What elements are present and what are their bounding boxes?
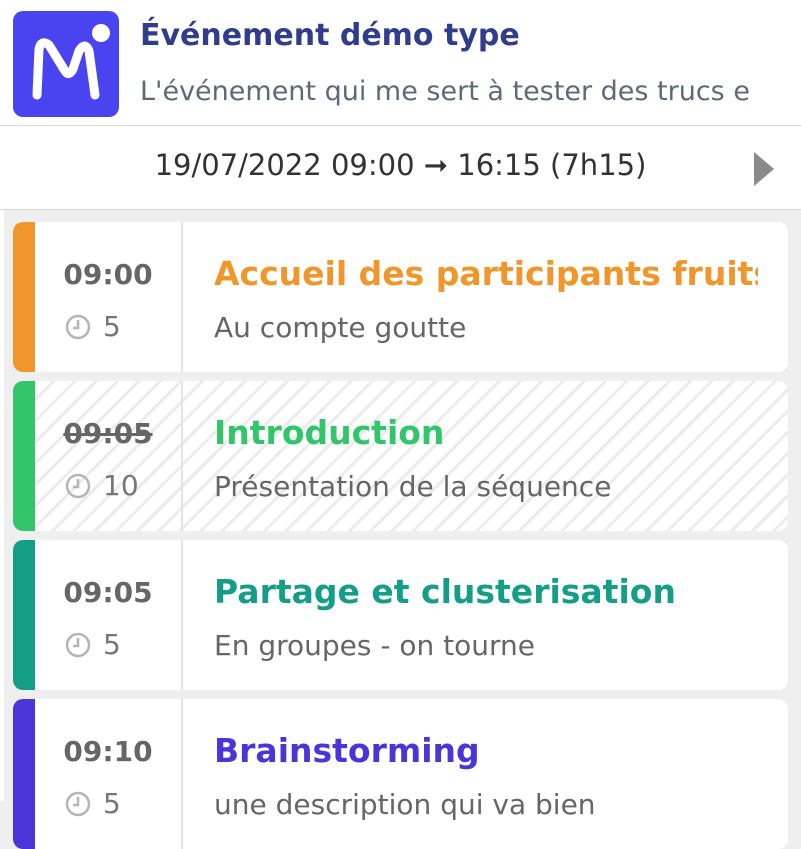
sequence-subtitle: Présentation de la séquence [214, 470, 612, 503]
sequence-duration-value: 5 [103, 628, 121, 661]
sequence-title: Partage et clusterisation [214, 572, 676, 611]
sequence-time: 09:05 [63, 417, 153, 450]
sequence-color-stripe [13, 540, 35, 690]
next-day-button[interactable] [752, 150, 776, 188]
date-bar: 19/07/2022 09:00 ➞ 16:15 (7h15) [0, 126, 801, 210]
sequence-color-stripe [13, 381, 35, 531]
event-header: Événement démo type L'événement qui me s… [0, 0, 801, 126]
sequence-card[interactable]: 09:10 5 Brainstorming une description qu… [13, 699, 788, 849]
card-divider [181, 222, 183, 372]
date-range: 19/07/2022 09:00 ➞ 16:15 (7h15) [154, 148, 647, 182]
card-divider [181, 381, 183, 531]
sequence-time: 09:10 [63, 735, 153, 768]
sequence-title: Brainstorming [214, 731, 480, 770]
clock-icon [65, 791, 91, 817]
event-description: L'événement qui me sert à tester des tru… [140, 76, 750, 107]
card-divider [181, 699, 183, 849]
clock-icon [65, 632, 91, 658]
sequence-time: 09:00 [63, 258, 153, 291]
left-rail [0, 210, 4, 801]
sequence-duration: 5 [65, 310, 121, 343]
skipped-hatch-pattern [35, 381, 788, 531]
sequence-duration: 10 [65, 469, 139, 502]
sequence-time: 09:05 [63, 576, 153, 609]
card-divider [181, 540, 183, 690]
sequence-subtitle: En groupes - on tourne [214, 629, 536, 662]
clock-icon [65, 314, 91, 340]
sequence-subtitle: Au compte goutte [214, 311, 467, 344]
event-logo-icon [13, 11, 119, 117]
sequence-color-stripe [13, 222, 35, 372]
sequence-subtitle: une description qui va bien [214, 788, 596, 821]
sequence-duration: 5 [65, 628, 121, 661]
sequence-duration: 5 [65, 787, 121, 820]
clock-icon [65, 473, 91, 499]
event-title: Événement démo type [140, 18, 520, 53]
sequence-card[interactable]: 09:05 5 Partage et clusterisation En gro… [13, 540, 788, 690]
sequence-color-stripe [13, 699, 35, 849]
sequence-title: Accueil des participants fruits 20 [214, 254, 758, 293]
sequence-duration-value: 5 [103, 310, 121, 343]
sequence-title: Introduction [214, 413, 445, 452]
sequence-duration-value: 5 [103, 787, 121, 820]
sequence-card[interactable]: 09:05 10 Introduction Présentation de la… [13, 381, 788, 531]
triangle-right-icon [754, 152, 774, 186]
sequence-card[interactable]: 09:00 5 Accueil des participants fruits … [13, 222, 788, 372]
sequence-duration-value: 10 [103, 469, 139, 502]
